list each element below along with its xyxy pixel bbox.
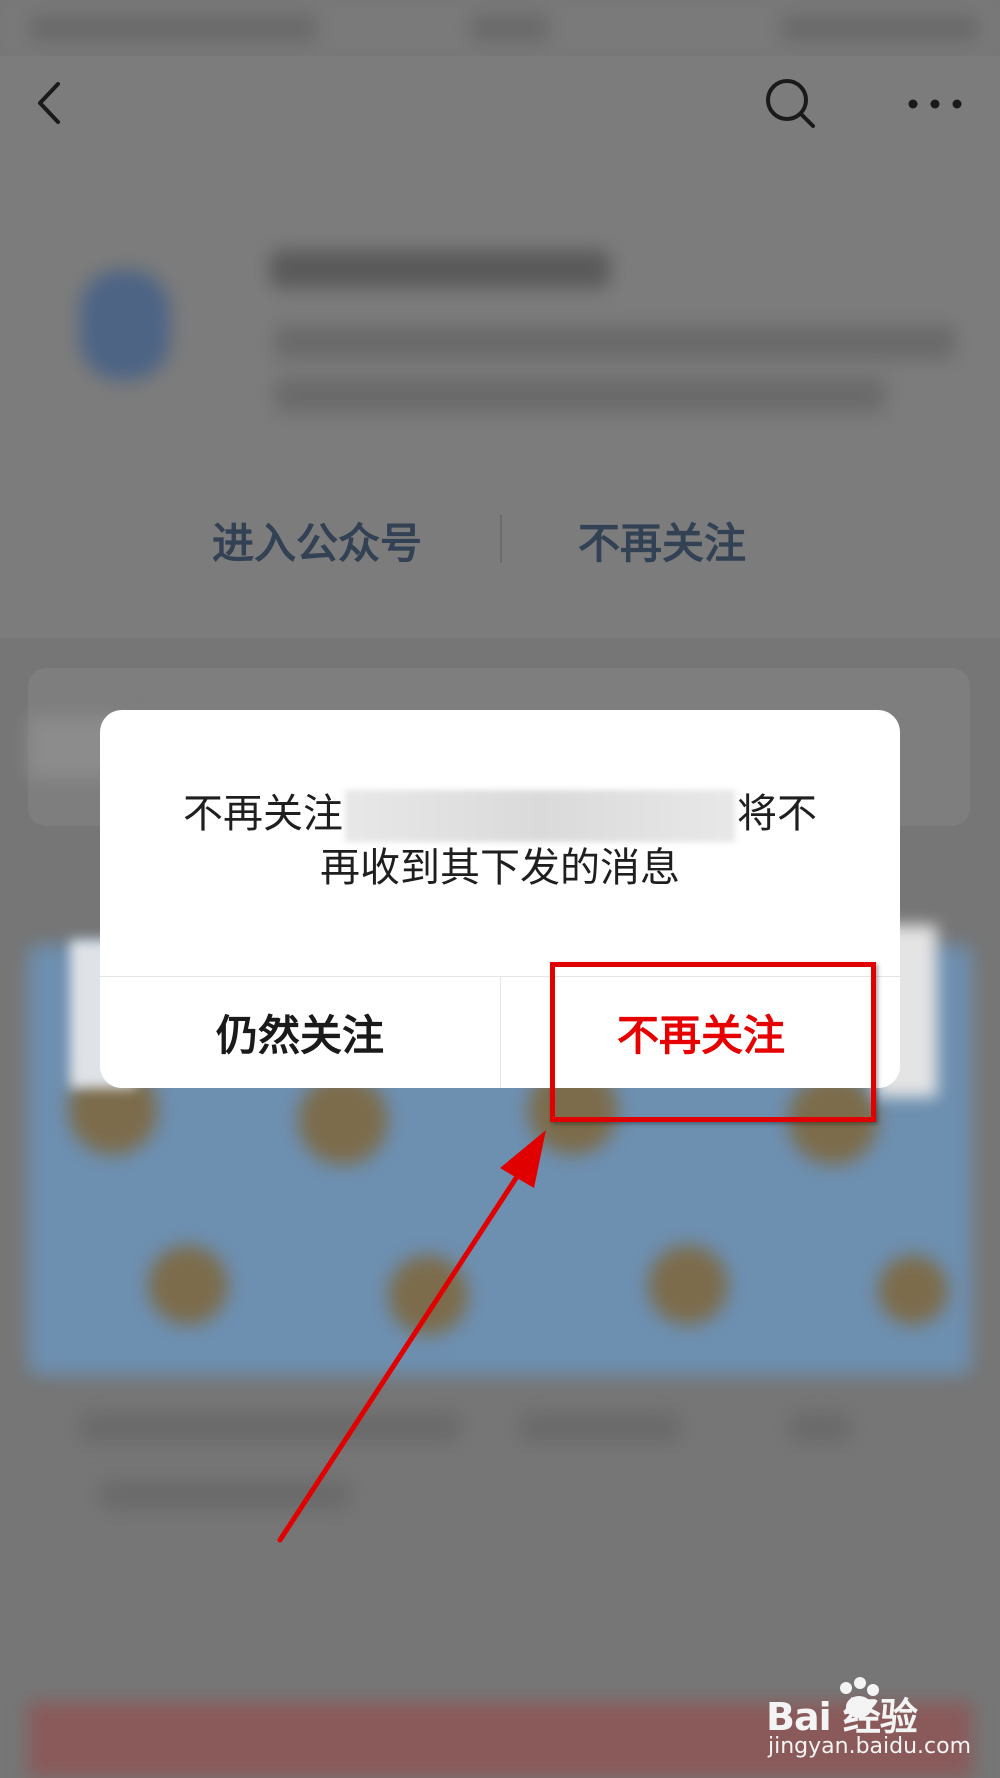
watermark-url: jingyan.baidu.com: [768, 1734, 972, 1759]
annotation-arrow-icon: [277, 1130, 546, 1543]
watermark: Bai 经验 jingyan.baidu.com: [766, 1668, 971, 1768]
paw-icon: [840, 1677, 879, 1718]
